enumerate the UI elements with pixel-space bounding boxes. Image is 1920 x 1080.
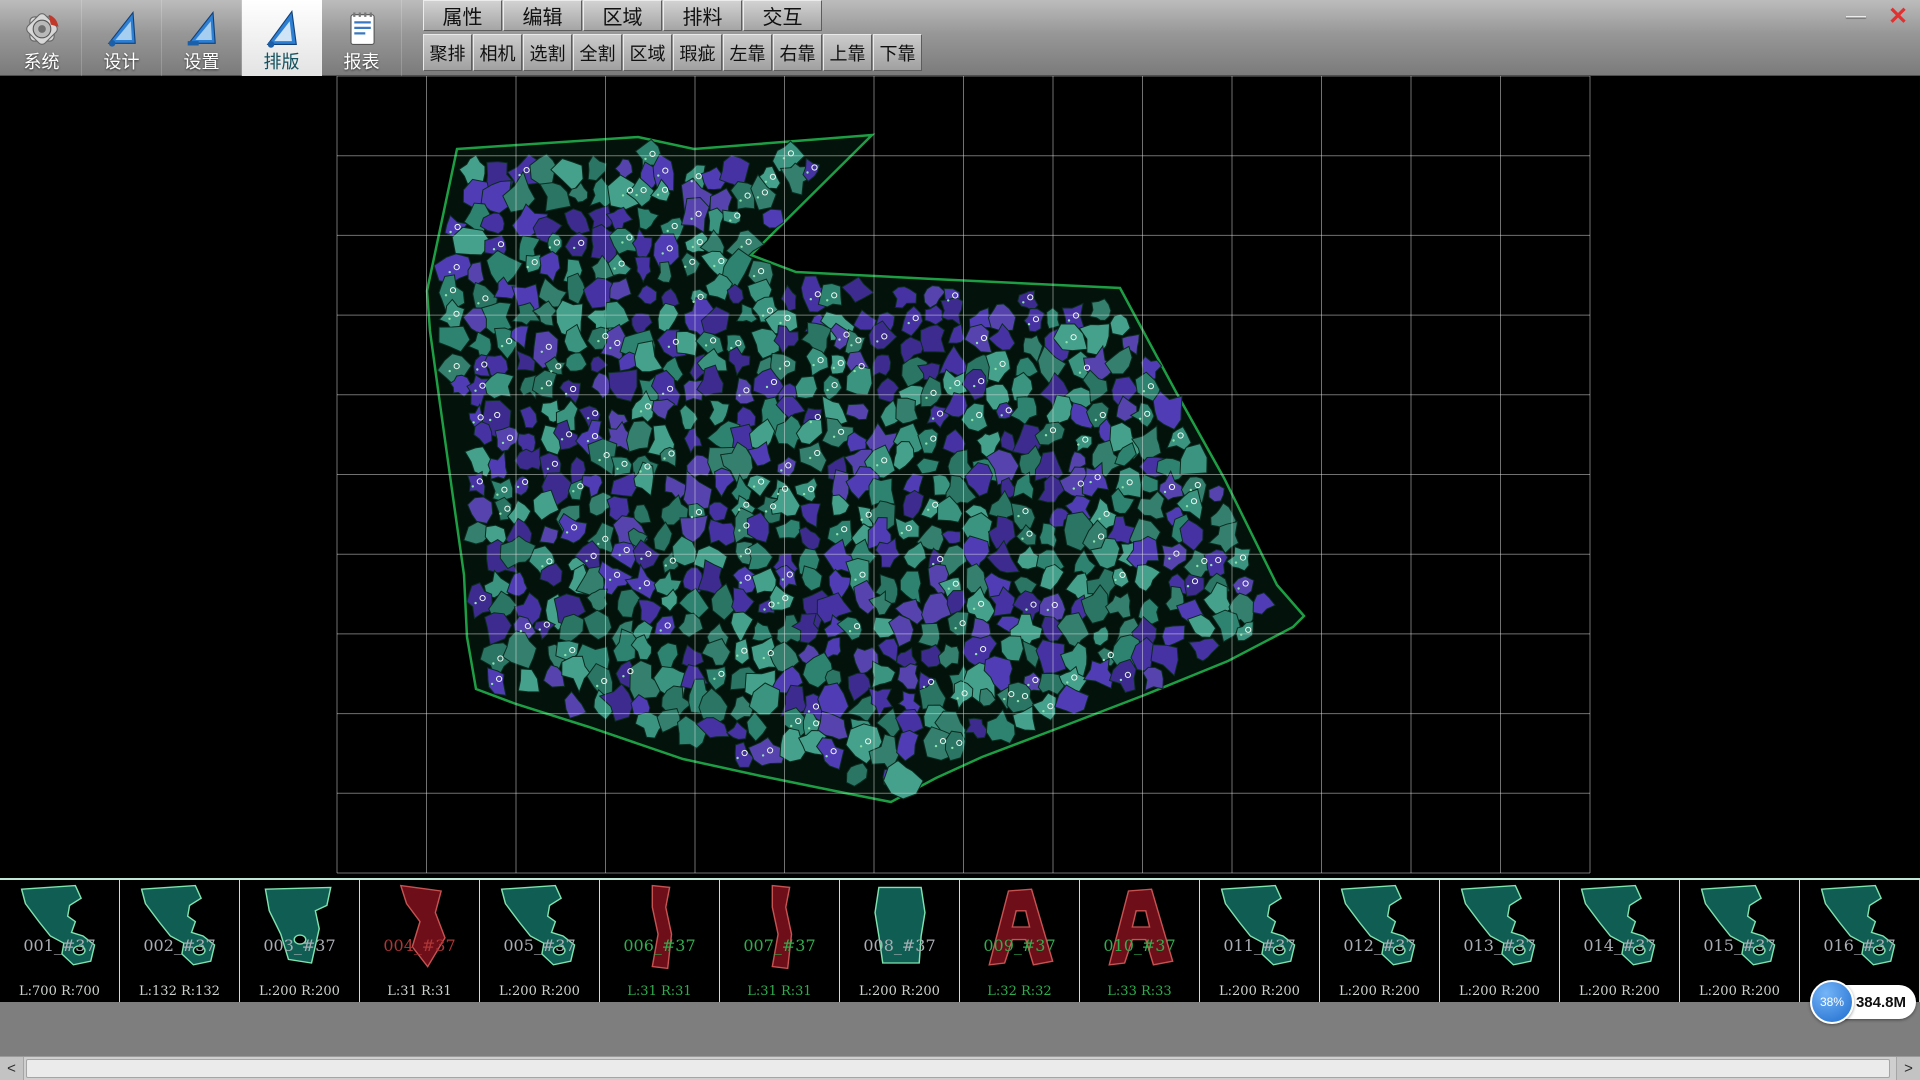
app-button-label: 设计 — [104, 52, 140, 72]
piece-info: L:200 R:200 — [480, 984, 599, 999]
piece-thumbnail — [1812, 882, 1908, 972]
app-button-label: 排版 — [264, 52, 300, 72]
tray-piece-2[interactable]: 002_#37L:132 R:132 — [120, 880, 240, 1002]
piece-info: L:32 R:32 — [960, 984, 1079, 999]
tool-button-2[interactable]: 选割 — [523, 34, 572, 71]
toolbar: 系统设计设置排版报表 属性编辑区域排料交互 聚排相机选割全割区域瑕疵左靠右靠上靠… — [0, 0, 1920, 76]
scroll-right-arrow[interactable]: > — [1896, 1057, 1920, 1080]
pieces-tray: 001_#37L:700 R:700002_#37L:132 R:132003_… — [0, 878, 1920, 1002]
application-window: 系统设计设置排版报表 属性编辑区域排料交互 聚排相机选割全割区域瑕疵左靠右靠上靠… — [0, 0, 1920, 1080]
progress-percent-badge: 38% — [1810, 980, 1854, 1024]
piece-thumbnail — [612, 882, 708, 972]
piece-info: L:200 R:200 — [1200, 984, 1319, 999]
settings-icon — [180, 7, 224, 51]
horizontal-scrollbar[interactable]: < > — [0, 1056, 1920, 1080]
piece-info: L:700 R:700 — [0, 984, 119, 999]
app-button-settings[interactable]: 设置 — [162, 0, 242, 76]
nesting-icon — [260, 7, 304, 51]
tray-piece-12[interactable]: 012_#37L:200 R:200 — [1320, 880, 1440, 1002]
tray-piece-3[interactable]: 003_#37L:200 R:200 — [240, 880, 360, 1002]
tool-button-5[interactable]: 瑕疵 — [673, 34, 722, 71]
nesting-canvas[interactable] — [0, 76, 1920, 878]
tool-button-0[interactable]: 聚排 — [423, 34, 472, 71]
piece-info: L:33 R:33 — [1080, 984, 1199, 999]
gear-icon — [20, 7, 64, 51]
nesting-canvas-svg — [0, 76, 1920, 878]
piece-info: L:200 R:200 — [1440, 984, 1559, 999]
piece-thumbnail — [1572, 882, 1668, 972]
piece-thumbnail — [1692, 882, 1788, 972]
tray-piece-5[interactable]: 005_#37L:200 R:200 — [480, 880, 600, 1002]
tray-piece-6[interactable]: 006_#37L:31 R:31 — [600, 880, 720, 1002]
piece-thumbnail — [492, 882, 588, 972]
piece-info: L:200 R:200 — [1320, 984, 1439, 999]
piece-thumbnail — [972, 882, 1068, 972]
tool-button-6[interactable]: 左靠 — [723, 34, 772, 71]
scrollbar-thumb[interactable] — [26, 1059, 1890, 1078]
piece-thumbnail — [372, 882, 468, 972]
tool-button-1[interactable]: 相机 — [473, 34, 522, 71]
app-button-label: 系统 — [24, 52, 60, 72]
piece-thumbnail — [1452, 882, 1548, 972]
tray-piece-8[interactable]: 008_#37L:200 R:200 — [840, 880, 960, 1002]
piece-thumbnail — [1092, 882, 1188, 972]
tray-piece-7[interactable]: 007_#37L:31 R:31 — [720, 880, 840, 1002]
piece-info: L:31 R:31 — [360, 984, 479, 999]
app-button-design[interactable]: 设计 — [82, 0, 162, 76]
tray-piece-15[interactable]: 015_#37L:200 R:200 — [1680, 880, 1800, 1002]
piece-thumbnail — [252, 882, 348, 972]
piece-thumbnail — [1212, 882, 1308, 972]
app-mode-buttons: 系统 设计 设置 排版 报表 — [2, 0, 402, 76]
menu-tab-2[interactable]: 区域 — [583, 0, 662, 31]
piece-info: L:200 R:200 — [1560, 984, 1679, 999]
piece-info: L:200 R:200 — [840, 984, 959, 999]
report-icon — [340, 7, 384, 51]
piece-info: L:31 R:31 — [600, 984, 719, 999]
app-button-label: 报表 — [344, 52, 380, 72]
piece-info: L:31 R:31 — [720, 984, 839, 999]
tray-piece-10[interactable]: 010_#37L:33 R:33 — [1080, 880, 1200, 1002]
app-button-label: 设置 — [184, 52, 220, 72]
menu-tab-3[interactable]: 排料 — [663, 0, 742, 31]
tool-button-7[interactable]: 右靠 — [773, 34, 822, 71]
menu-tab-row: 属性编辑区域排料交互 — [423, 0, 923, 32]
minimize-button[interactable]: — — [1840, 2, 1872, 30]
tray-piece-13[interactable]: 013_#37L:200 R:200 — [1440, 880, 1560, 1002]
tray-piece-11[interactable]: 011_#37L:200 R:200 — [1200, 880, 1320, 1002]
menu-tab-0[interactable]: 属性 — [423, 0, 502, 31]
ribbon-menus: 属性编辑区域排料交互 聚排相机选割全割区域瑕疵左靠右靠上靠下靠 — [423, 0, 923, 71]
piece-thumbnail — [1332, 882, 1428, 972]
app-button-gear[interactable]: 系统 — [2, 0, 82, 76]
app-button-report[interactable]: 报表 — [322, 0, 402, 76]
bottom-gray-bar — [0, 1002, 1920, 1056]
design-icon — [100, 7, 144, 51]
tool-button-row: 聚排相机选割全割区域瑕疵左靠右靠上靠下靠 — [423, 34, 923, 71]
piece-info: L:132 R:132 — [120, 984, 239, 999]
piece-thumbnail — [132, 882, 228, 972]
menu-tab-4[interactable]: 交互 — [743, 0, 822, 31]
piece-info: L:200 R:200 — [240, 984, 359, 999]
tool-button-9[interactable]: 下靠 — [873, 34, 922, 71]
window-controls: — ✕ — [1840, 2, 1914, 30]
piece-thumbnail — [12, 882, 108, 972]
tray-piece-1[interactable]: 001_#37L:700 R:700 — [0, 880, 120, 1002]
tool-button-3[interactable]: 全割 — [573, 34, 622, 71]
app-button-nesting[interactable]: 排版 — [242, 0, 322, 76]
tool-button-8[interactable]: 上靠 — [823, 34, 872, 71]
close-button[interactable]: ✕ — [1882, 2, 1914, 30]
tray-piece-9[interactable]: 009_#37L:32 R:32 — [960, 880, 1080, 1002]
piece-thumbnail — [852, 882, 948, 972]
nesting-progress-indicator: 384.8M 38% — [1810, 980, 1916, 1024]
piece-thumbnail — [732, 882, 828, 972]
tool-button-4[interactable]: 区域 — [623, 34, 672, 71]
scroll-left-arrow[interactable]: < — [0, 1057, 24, 1080]
tray-piece-14[interactable]: 014_#37L:200 R:200 — [1560, 880, 1680, 1002]
menu-tab-1[interactable]: 编辑 — [503, 0, 582, 31]
piece-info: L:200 R:200 — [1680, 984, 1799, 999]
tray-piece-4[interactable]: 004_#37L:31 R:31 — [360, 880, 480, 1002]
